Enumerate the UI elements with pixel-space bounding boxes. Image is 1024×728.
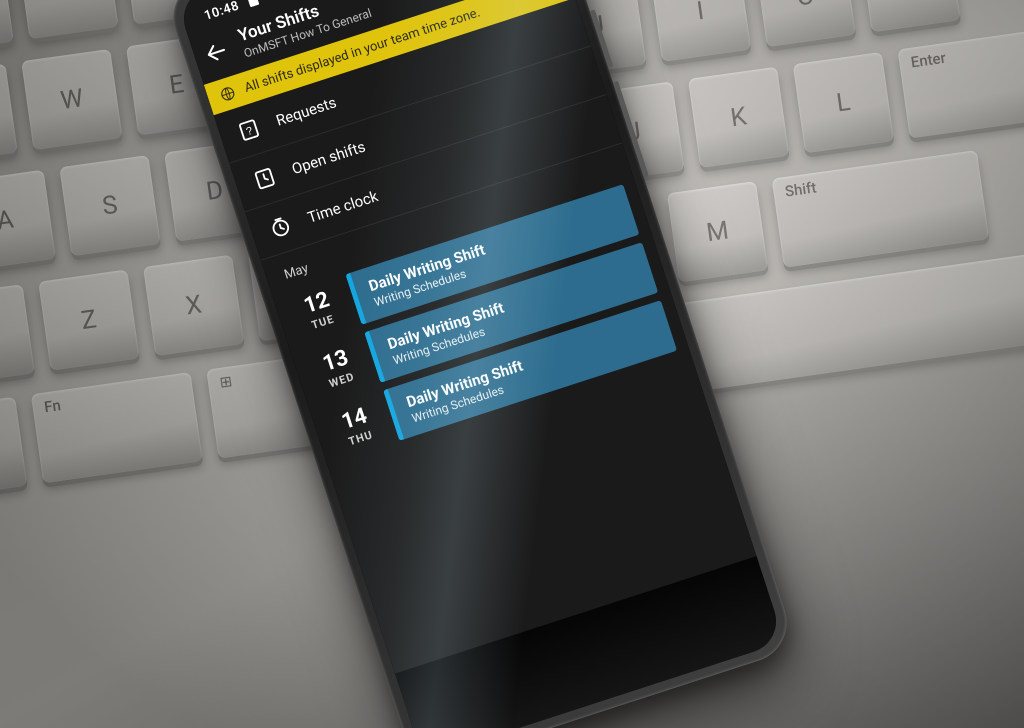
keyboard-key: L [793,52,894,153]
requests-icon: ? [235,116,263,144]
keyboard-key: Q [0,64,18,165]
shift-date: 12TUE [290,279,348,343]
menu-label: Open shifts [290,138,368,179]
keyboard-key: K [688,67,789,168]
shift-date: 13WED [309,337,367,401]
keyboard-key: Ctrl [0,397,27,508]
globe-icon [218,84,238,104]
keyboard-key: @2 [0,0,14,54]
shift-date: 14THU [328,395,386,459]
svg-text:?: ? [245,125,255,138]
keyboard-key: #3 [17,0,118,39]
keyboard-key: M [667,181,768,282]
keyboard-key: O [755,0,856,47]
keyboard-key: P [859,0,960,32]
keyboard-key: Enter [898,21,1024,139]
keyboard-key: Fn [31,372,203,483]
time-clock-icon [267,213,295,241]
menu-label: Time clock [305,187,380,227]
keyboard-key: X [143,255,244,356]
keyboard-key: W [21,49,122,150]
keyboard-key: Shift [772,150,989,268]
keyboard-key: A [0,170,56,271]
open-shifts-icon [251,165,279,193]
keyboard-key: I [650,0,751,62]
keyboard-key: Shift [0,284,35,402]
keyboard-key: S [59,155,160,256]
back-arrow-icon[interactable] [201,37,231,67]
keyboard-key: Z [38,269,139,370]
menu-label: Requests [274,93,339,129]
photo-scene: EscF1F2F3F4F5F6F7F8F9F10F11F12Del~`!1@2#… [0,0,1024,728]
